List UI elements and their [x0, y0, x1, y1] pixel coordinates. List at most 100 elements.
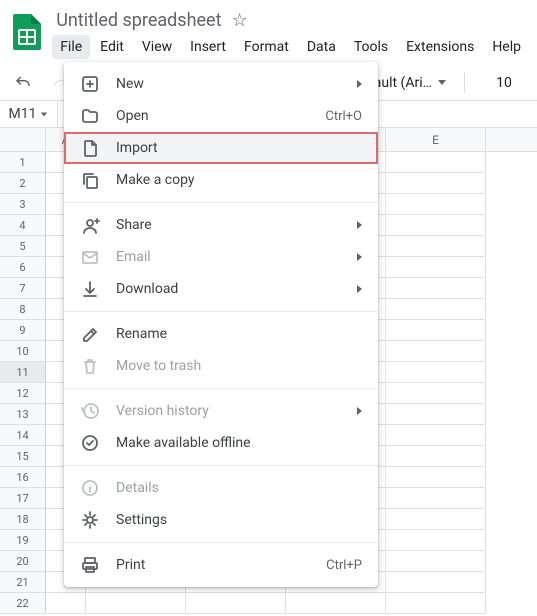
- menu-item-make-available-offline[interactable]: Make available offline: [64, 427, 378, 459]
- print-icon: [80, 555, 100, 575]
- row-header-4[interactable]: 4: [0, 215, 46, 236]
- menu-insert[interactable]: Insert: [182, 35, 234, 59]
- cell[interactable]: [386, 488, 486, 509]
- row-header-15[interactable]: 15: [0, 446, 46, 467]
- row-header-12[interactable]: 12: [0, 383, 46, 404]
- menu-item-label: Print: [116, 557, 310, 573]
- mail-icon: [80, 247, 100, 267]
- column-header-E[interactable]: E: [386, 128, 486, 151]
- row-header-18[interactable]: 18: [0, 509, 46, 530]
- row-header-2[interactable]: 2: [0, 173, 46, 194]
- menu-item-label: Settings: [116, 512, 362, 528]
- cell[interactable]: [386, 425, 486, 446]
- row-header-1[interactable]: 1: [0, 152, 46, 173]
- cell[interactable]: [386, 194, 486, 215]
- row-header-19[interactable]: 19: [0, 530, 46, 551]
- menu-tools[interactable]: Tools: [346, 35, 396, 59]
- row-header-14[interactable]: 14: [0, 425, 46, 446]
- menu-separator: [64, 465, 378, 466]
- cell[interactable]: [386, 341, 486, 362]
- cell[interactable]: [386, 320, 486, 341]
- row-header-10[interactable]: 10: [0, 341, 46, 362]
- row-header-6[interactable]: 6: [0, 257, 46, 278]
- menu-item-share[interactable]: Share: [64, 209, 378, 241]
- cell[interactable]: [386, 551, 486, 572]
- submenu-arrow-icon: [357, 253, 362, 261]
- cell[interactable]: [386, 593, 486, 614]
- row-header-5[interactable]: 5: [0, 236, 46, 257]
- cell[interactable]: [386, 383, 486, 404]
- plus-icon: [80, 74, 100, 94]
- row-header-22[interactable]: 22: [0, 593, 46, 614]
- row-header-13[interactable]: 13: [0, 404, 46, 425]
- cell[interactable]: [186, 593, 286, 614]
- cell[interactable]: [386, 446, 486, 467]
- menu-item-label: Make a copy: [116, 172, 362, 188]
- cell[interactable]: [386, 152, 486, 173]
- share-icon: [80, 215, 100, 235]
- menu-file[interactable]: File: [52, 35, 90, 59]
- document-title[interactable]: Untitled spreadsheet: [56, 10, 221, 31]
- cell[interactable]: [386, 362, 486, 383]
- row-header-9[interactable]: 9: [0, 320, 46, 341]
- cell[interactable]: [386, 278, 486, 299]
- menu-extensions[interactable]: Extensions: [398, 35, 482, 59]
- menu-edit[interactable]: Edit: [92, 35, 132, 59]
- menu-item-import[interactable]: Import: [64, 132, 378, 164]
- submenu-arrow-icon: [357, 407, 362, 415]
- row-header-16[interactable]: 16: [0, 467, 46, 488]
- cell[interactable]: [386, 509, 486, 530]
- row-header-20[interactable]: 20: [0, 551, 46, 572]
- undo-button[interactable]: [10, 70, 36, 96]
- cell[interactable]: [46, 593, 86, 614]
- toolbar-separator: [464, 73, 465, 93]
- history-icon: [80, 401, 100, 421]
- menu-separator: [64, 202, 378, 203]
- select-all-corner[interactable]: [0, 128, 46, 151]
- cell[interactable]: [386, 530, 486, 551]
- name-box[interactable]: M11: [0, 101, 58, 127]
- menu-item-version-history: Version history: [64, 395, 378, 427]
- cell[interactable]: [386, 404, 486, 425]
- menu-shortcut: Ctrl+O: [325, 109, 362, 124]
- menu-view[interactable]: View: [134, 35, 180, 59]
- cell[interactable]: [86, 593, 186, 614]
- cell[interactable]: [386, 467, 486, 488]
- menu-item-open[interactable]: OpenCtrl+O: [64, 100, 378, 132]
- row-header-11[interactable]: 11: [0, 362, 46, 383]
- cell[interactable]: [386, 215, 486, 236]
- menu-item-rename[interactable]: Rename: [64, 318, 378, 350]
- row-header-8[interactable]: 8: [0, 299, 46, 320]
- cell[interactable]: [386, 572, 486, 593]
- menu-item-make-a-copy[interactable]: Make a copy: [64, 164, 378, 196]
- menu-item-print[interactable]: Print Ctrl+P: [64, 549, 378, 581]
- menu-bar: FileEditViewInsertFormatDataToolsExtensi…: [50, 35, 529, 59]
- cell[interactable]: [386, 173, 486, 194]
- menu-separator: [64, 542, 378, 543]
- menu-item-settings[interactable]: Settings: [64, 504, 378, 536]
- cell[interactable]: [286, 593, 386, 614]
- row-header-21[interactable]: 21: [0, 572, 46, 593]
- cell[interactable]: [386, 236, 486, 257]
- submenu-arrow-icon: [357, 80, 362, 88]
- chevron-down-icon: [41, 112, 47, 116]
- cell[interactable]: [386, 257, 486, 278]
- menu-help[interactable]: Help: [484, 35, 529, 59]
- row-header-3[interactable]: 3: [0, 194, 46, 215]
- menu-format[interactable]: Format: [236, 35, 297, 59]
- offline-icon: [80, 433, 100, 453]
- menu-shortcut: Ctrl+P: [326, 558, 362, 573]
- menu-item-download[interactable]: Download: [64, 273, 378, 305]
- sheets-logo[interactable]: [8, 12, 46, 52]
- star-icon[interactable]: ☆: [232, 10, 248, 31]
- file-icon: [80, 138, 100, 158]
- row-header-7[interactable]: 7: [0, 278, 46, 299]
- row-header-17[interactable]: 17: [0, 488, 46, 509]
- menu-item-new[interactable]: New: [64, 68, 378, 100]
- menu-item-move-to-trash: Move to trash: [64, 350, 378, 382]
- cell[interactable]: [386, 299, 486, 320]
- menu-data[interactable]: Data: [299, 35, 344, 59]
- copy-icon: [80, 170, 100, 190]
- grid-row: 22: [0, 593, 537, 614]
- font-size-input[interactable]: 10: [487, 75, 521, 91]
